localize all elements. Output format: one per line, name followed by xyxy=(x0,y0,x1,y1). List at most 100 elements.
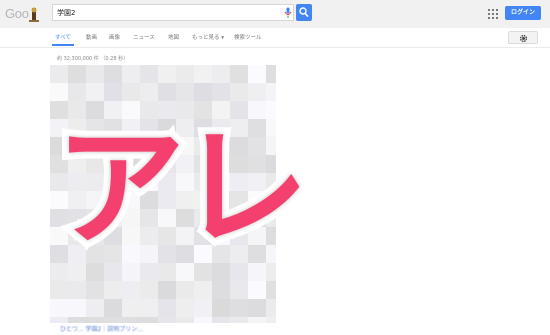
mosaic-cell xyxy=(248,263,266,281)
mosaic-cell xyxy=(230,263,248,281)
mosaic-cell xyxy=(212,83,230,101)
mosaic-cell xyxy=(176,299,194,317)
settings-button[interactable] xyxy=(508,31,538,44)
mosaic-cell xyxy=(194,65,212,83)
tab-search-tools[interactable]: 検索ツール xyxy=(234,33,262,41)
mosaic-cell xyxy=(230,317,248,323)
mosaic-cell xyxy=(158,299,176,317)
mosaic-cell xyxy=(194,263,212,281)
mosaic-cell xyxy=(212,65,230,83)
mosaic-cell xyxy=(68,317,86,323)
mosaic-cell xyxy=(68,83,86,101)
mosaic-cell xyxy=(194,281,212,299)
search-button[interactable] xyxy=(296,4,312,21)
mosaic-cell xyxy=(122,263,140,281)
mosaic-cell xyxy=(122,281,140,299)
mosaic-cell xyxy=(230,65,248,83)
mosaic-cell xyxy=(68,281,86,299)
mosaic-cell xyxy=(212,317,230,323)
tab-all[interactable]: すべて xyxy=(55,33,71,41)
logo-text: Goo xyxy=(5,6,29,21)
mosaic-cell xyxy=(266,263,276,281)
mosaic-cell xyxy=(266,299,276,317)
mosaic-cell xyxy=(212,281,230,299)
mosaic-cell xyxy=(248,317,266,323)
mosaic-cell xyxy=(158,263,176,281)
top-bar: Goo ログイン xyxy=(0,0,550,29)
mosaic-cell xyxy=(50,299,68,317)
mosaic-cell xyxy=(176,281,194,299)
mosaic-cell xyxy=(104,299,122,317)
tab-news[interactable]: ニュース xyxy=(133,33,155,41)
mosaic-cell xyxy=(194,299,212,317)
mosaic-cell xyxy=(104,263,122,281)
mosaic-cell xyxy=(86,299,104,317)
mosaic-cell xyxy=(50,83,68,101)
tab-videos[interactable]: 動画 xyxy=(86,33,97,41)
mosaic-cell xyxy=(194,83,212,101)
mosaic-cell xyxy=(158,317,176,323)
mosaic-cell xyxy=(230,299,248,317)
doodle-icon xyxy=(29,7,39,22)
mosaic-cell xyxy=(50,317,68,323)
google-logo[interactable]: Goo xyxy=(5,5,43,23)
mosaic-cell xyxy=(104,65,122,83)
mosaic-cell xyxy=(104,281,122,299)
mosaic-cell xyxy=(176,65,194,83)
search-input[interactable] xyxy=(53,5,282,20)
mosaic-cell xyxy=(266,317,276,323)
search-icon xyxy=(299,7,309,18)
result-stats: 約 32,300,000 件 （0.28 秒） xyxy=(57,56,129,62)
mosaic-cell xyxy=(140,65,158,83)
mosaic-cell xyxy=(50,281,68,299)
result-link[interactable]: ひとつ… 学園2｜説明プリン… xyxy=(60,324,143,333)
mosaic-cell xyxy=(212,299,230,317)
tab-more[interactable]: もっと見る ▾ xyxy=(192,33,224,41)
mosaic-cell xyxy=(248,65,266,83)
gear-icon xyxy=(519,34,528,43)
mosaic-cell xyxy=(86,65,104,83)
mosaic-cell xyxy=(122,299,140,317)
mosaic-cell xyxy=(158,83,176,101)
tab-maps[interactable]: 地図 xyxy=(168,33,179,41)
mosaic-cell xyxy=(248,83,266,101)
mosaic-cell xyxy=(248,281,266,299)
mosaic-cell xyxy=(86,83,104,101)
mosaic-cell xyxy=(176,317,194,323)
mosaic-cell xyxy=(266,65,276,83)
mosaic-cell xyxy=(140,263,158,281)
search-box[interactable] xyxy=(52,4,294,21)
mosaic-cell xyxy=(86,281,104,299)
mosaic-cell xyxy=(122,83,140,101)
mosaic-cell xyxy=(68,299,86,317)
mosaic-cell xyxy=(50,65,68,83)
mosaic-cell xyxy=(122,317,140,323)
mosaic-cell xyxy=(122,65,140,83)
mosaic-cell xyxy=(86,263,104,281)
mosaic-cell xyxy=(104,317,122,323)
mosaic-cell xyxy=(230,83,248,101)
mosaic-cell xyxy=(140,299,158,317)
mosaic-cell xyxy=(158,65,176,83)
tab-images[interactable]: 画像 xyxy=(109,33,120,41)
mosaic-cell xyxy=(50,263,68,281)
apps-grid-icon[interactable] xyxy=(488,9,498,19)
microphone-icon[interactable] xyxy=(284,7,292,19)
mosaic-cell xyxy=(86,317,104,323)
overlay-caption: アレ xyxy=(48,111,316,265)
mosaic-cell xyxy=(68,263,86,281)
mosaic-cell xyxy=(176,263,194,281)
mosaic-cell xyxy=(230,281,248,299)
mosaic-cell xyxy=(266,83,276,101)
mosaic-cell xyxy=(140,281,158,299)
mosaic-cell xyxy=(104,83,122,101)
mosaic-cell xyxy=(212,263,230,281)
login-button[interactable]: ログイン xyxy=(505,6,541,20)
mosaic-cell xyxy=(176,83,194,101)
mosaic-cell xyxy=(68,65,86,83)
mosaic-cell xyxy=(248,299,266,317)
active-tab-indicator xyxy=(52,44,74,46)
search-tabs: すべて 動画 画像 ニュース 地図 もっと見る ▾ 検索ツール xyxy=(0,28,550,48)
mosaic-cell xyxy=(158,281,176,299)
mosaic-cell xyxy=(194,317,212,323)
